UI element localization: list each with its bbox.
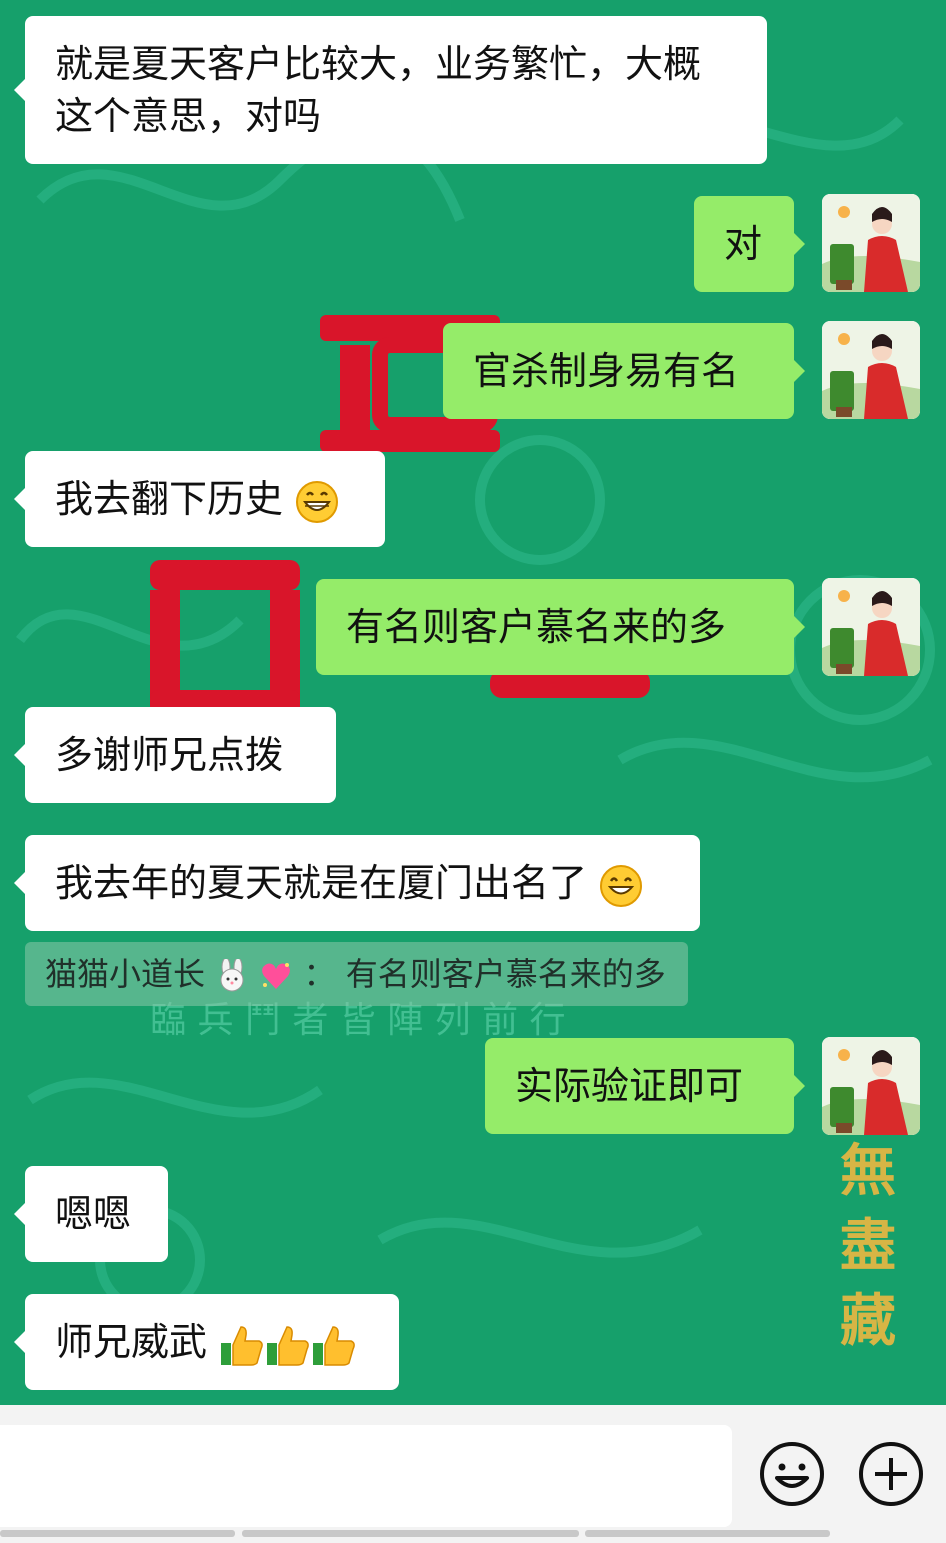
message-input[interactable] <box>0 1425 732 1527</box>
message-text: 对 <box>724 222 763 266</box>
grinning-face-icon <box>296 480 339 523</box>
avatar[interactable] <box>822 578 920 676</box>
message-bubble-incoming[interactable]: 师兄威武 <box>14 1294 399 1390</box>
svg-text:盡: 盡 <box>840 1213 896 1279</box>
avatar-portrait-icon <box>822 1037 920 1135</box>
avatar[interactable] <box>822 1037 920 1135</box>
message-text: 师兄威武 <box>55 1320 208 1364</box>
message-text: 嗯嗯 <box>55 1192 132 1236</box>
thumbs-up-icon <box>267 1325 309 1366</box>
background-text-row: 臨 兵 鬥 者 皆 陣 列 前 行 <box>150 1000 566 1041</box>
quote-sender: 猫猫小道长 <box>45 955 206 993</box>
plus-circle-icon[interactable] <box>857 1440 925 1508</box>
avatar-portrait-icon <box>822 578 920 676</box>
message-bubble-outgoing[interactable]: 官杀制身易有名 <box>443 323 805 419</box>
message-text: 多谢师兄点拨 <box>55 733 284 777</box>
sparkling-heart-icon <box>262 963 291 989</box>
smiling-face-icon <box>600 864 643 907</box>
rabbit-face-icon <box>220 959 244 992</box>
avatar[interactable] <box>822 194 920 292</box>
message-bubble-outgoing[interactable]: 有名则客户慕名来的多 <box>316 579 805 675</box>
chat-background: 臨 兵 鬥 者 皆 陣 列 前 行 無 盡 藏 就是夏天客户比较大，业务繁忙，大… <box>0 0 946 1405</box>
message-text: 我去翻下历史 <box>55 477 284 521</box>
message-bubble-outgoing[interactable]: 实际验证即可 <box>485 1038 805 1134</box>
message-bubble-incoming[interactable]: 我去翻下历史 <box>14 451 385 547</box>
message-bubble-incoming[interactable]: 就是夏天客户比较大，业务繁忙，大概这个意思，对吗 <box>14 16 767 164</box>
thumbs-up-icon <box>221 1325 263 1366</box>
quoted-message[interactable]: 猫猫小道长 ： 有名则客户慕名来的多 <box>25 942 688 1006</box>
message-text: 我去年的夏天就是在厦门出名了 <box>55 861 588 905</box>
message-text: 实际验证即可 <box>515 1064 744 1108</box>
svg-text:無: 無 <box>840 1138 896 1204</box>
message-bubble-incoming[interactable]: 我去年的夏天就是在厦门出名了 <box>14 835 700 931</box>
message-text: 官杀制身易有名 <box>473 349 740 393</box>
avatar[interactable] <box>822 321 920 419</box>
message-text: 有名则客户慕名来的多 <box>346 605 727 649</box>
message-bubble-incoming[interactable]: 多谢师兄点拨 <box>14 707 336 803</box>
keyboard-hint-bar <box>242 1530 579 1537</box>
keyboard-hint-bar <box>585 1530 830 1537</box>
svg-text:藏: 藏 <box>840 1288 896 1354</box>
avatar-portrait-icon <box>822 194 920 292</box>
keyboard-hint-bar <box>0 1530 235 1537</box>
message-bubble-outgoing[interactable]: 对 <box>694 196 805 292</box>
thumbs-up-icon <box>313 1325 355 1366</box>
avatar-portrait-icon <box>822 321 920 419</box>
quote-separator: ： <box>303 955 336 993</box>
message-bubble-incoming[interactable]: 嗯嗯 <box>14 1166 168 1262</box>
message-text: 就是夏天客户比较大，业务繁忙，大概这个意思，对吗 <box>55 42 702 138</box>
quote-text: 有名则客户慕名来的多 <box>345 955 666 993</box>
smiley-face-icon[interactable] <box>758 1440 826 1508</box>
